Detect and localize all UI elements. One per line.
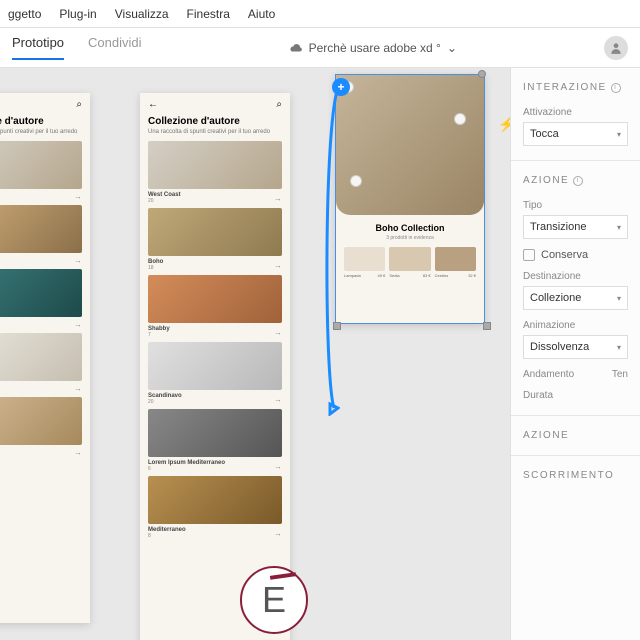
chevron-down-icon: ▾ xyxy=(617,294,621,303)
select-animation[interactable]: Dissolvenza▾ xyxy=(523,335,628,359)
menu-view[interactable]: Visualizza xyxy=(115,7,169,21)
hotspot-icon xyxy=(350,175,362,187)
artboard-header: ←⌕ xyxy=(140,93,290,116)
section-action-2: AZIONE xyxy=(523,430,628,441)
hero-image xyxy=(336,75,484,215)
collection-title: Boho Collection xyxy=(336,223,484,233)
product-thumbs: Lampada49 € Sedia83 € Cestino32 € xyxy=(336,241,484,284)
section-scroll: SCORRIMENTO xyxy=(523,470,628,481)
user-avatar[interactable] xyxy=(604,36,628,60)
row-easing: AndamentoTen xyxy=(523,369,628,380)
document-title[interactable]: Perchè usare adobe xd ° ⌄ xyxy=(289,41,457,55)
hotspot-icon xyxy=(454,113,466,125)
label-destination: Destinazione xyxy=(523,271,628,282)
prototype-wire[interactable] xyxy=(320,86,340,416)
page-title: Collezione d'autore xyxy=(140,116,290,129)
chevron-down-icon: ⌄ xyxy=(447,41,457,55)
artboard-collection-list[interactable]: ←⌕ Collezione d'autore Una raccolta di s… xyxy=(140,93,290,640)
list-item: → xyxy=(0,205,82,265)
menu-window[interactable]: Finestra xyxy=(187,7,230,21)
artboard-menu-icon[interactable]: ••• xyxy=(335,68,349,73)
menu-plugin[interactable]: Plug-in xyxy=(59,7,96,21)
label-type: Tipo xyxy=(523,200,628,211)
info-icon[interactable]: i xyxy=(573,176,583,186)
search-icon: ⌕ xyxy=(76,99,82,110)
list-item: Mediterraneo8→ xyxy=(148,476,282,539)
menu-object[interactable]: ggetto xyxy=(8,7,41,21)
page-title: lezione d'autore xyxy=(0,116,90,129)
selection-handle[interactable] xyxy=(478,70,486,78)
selection-handle[interactable] xyxy=(483,322,491,330)
cloud-icon xyxy=(289,43,303,53)
label-trigger: Attivazione xyxy=(523,107,628,118)
menu-help[interactable]: Aiuto xyxy=(248,7,275,21)
section-interaction: INTERAZIONE i xyxy=(523,82,628,93)
checkbox-preserve[interactable]: Conserva xyxy=(523,249,628,261)
thumb: Sedia83 € xyxy=(389,247,430,278)
user-icon xyxy=(609,41,623,55)
section-action: AZIONE i xyxy=(523,175,628,186)
info-icon[interactable]: i xyxy=(611,83,621,93)
logo-badge: E xyxy=(240,566,308,634)
list-item: Scandinavo20→ xyxy=(148,342,282,405)
list-item: Lorem Ipsum Mediterraneo6→ xyxy=(148,409,282,472)
list-item: → xyxy=(0,141,82,201)
lightning-icon[interactable]: ⚡ xyxy=(498,116,510,133)
properties-panel: INTERAZIONE i Attivazione Tocca▾ AZIONE … xyxy=(510,68,640,640)
canvas[interactable]: ←⌕ lezione d'autore raccolta di spunti c… xyxy=(0,68,510,640)
list-item: Shabby7→ xyxy=(148,275,282,338)
search-icon: ⌕ xyxy=(276,99,282,110)
mode-tabs: Prototipo Condividi xyxy=(12,35,142,60)
list-item: → xyxy=(0,333,82,393)
artboard-boho-collection[interactable]: Boho Collection 3 prodotti in evidenza L… xyxy=(335,74,485,324)
artboard-collection-cropped[interactable]: ←⌕ lezione d'autore raccolta di spunti c… xyxy=(0,93,90,623)
back-icon: ← xyxy=(148,99,158,110)
tab-share[interactable]: Condividi xyxy=(88,35,141,60)
select-type[interactable]: Transizione▾ xyxy=(523,215,628,239)
chevron-down-icon: ▾ xyxy=(617,130,621,139)
tab-prototype[interactable]: Prototipo xyxy=(12,35,64,60)
link-origin-handle[interactable]: + xyxy=(332,78,350,96)
artboard-header: ←⌕ xyxy=(0,93,90,116)
list-item: Boho18→ xyxy=(148,208,282,271)
menu-bar: ggetto Plug-in Visualizza Finestra Aiuto xyxy=(0,0,640,28)
list-item: West Coast20→ xyxy=(148,141,282,204)
list-item: → xyxy=(0,397,82,457)
list-item: → xyxy=(0,269,82,329)
thumb: Lampada49 € xyxy=(344,247,385,278)
chevron-down-icon: ▾ xyxy=(617,343,621,352)
select-destination[interactable]: Collezione▾ xyxy=(523,286,628,310)
label-animation: Animazione xyxy=(523,320,628,331)
top-bar: Prototipo Condividi Perchè usare adobe x… xyxy=(0,28,640,68)
select-trigger[interactable]: Tocca▾ xyxy=(523,122,628,146)
checkbox-icon xyxy=(523,249,535,261)
chevron-down-icon: ▾ xyxy=(617,223,621,232)
row-duration: Durata xyxy=(523,390,628,401)
thumb: Cestino32 € xyxy=(435,247,476,278)
